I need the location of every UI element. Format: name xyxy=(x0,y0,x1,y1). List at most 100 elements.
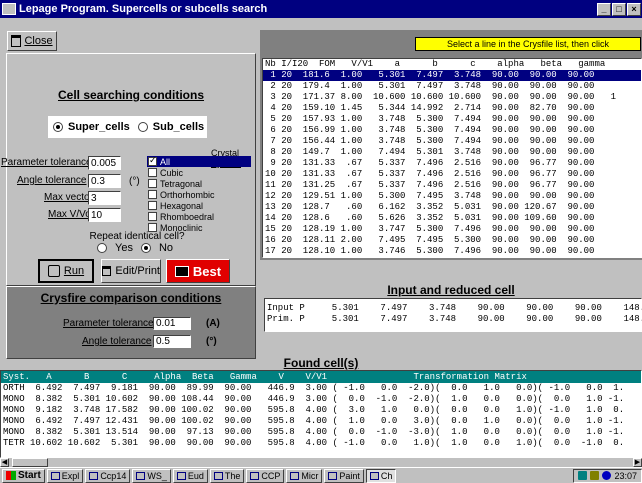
close-button-label: Close xyxy=(24,35,53,47)
close-window-button[interactable]: × xyxy=(627,2,641,16)
taskbar: Start Expl Ccp14 WS_ Eud The CCP Micr Pa… xyxy=(0,467,642,483)
mail-icon xyxy=(176,471,186,480)
taskbar-item-active[interactable]: Ch xyxy=(365,468,397,483)
crystal-system-item-rhomboedral[interactable]: Rhomboedral xyxy=(147,211,251,222)
crysfire-list-row[interactable]: 13 20 128.7 .60 6.162 3.352 5.031 90.00 … xyxy=(263,202,641,213)
printer-icon xyxy=(102,266,112,276)
checkbox-icon[interactable] xyxy=(148,212,157,221)
crysfire-param-unit: (A) xyxy=(206,318,220,329)
crysfire-list-row[interactable]: 7 20 156.44 1.00 3.748 5.300 7.494 90.00… xyxy=(263,136,641,147)
scroll-left-icon[interactable]: ◀ xyxy=(0,458,9,467)
crysfire-list-row[interactable]: 2 20 179.4 1.00 5.301 7.497 3.748 90.00 … xyxy=(263,81,641,92)
crysfire-list-row[interactable]: 5 20 157.93 1.00 3.748 5.300 7.494 90.00… xyxy=(263,114,641,125)
checkbox-icon[interactable] xyxy=(148,168,157,177)
run-button[interactable]: Run xyxy=(38,259,94,283)
max-vvo-input[interactable] xyxy=(88,208,121,222)
found-cell-row[interactable]: MONO 9.182 3.748 17.582 90.00 100.02 90.… xyxy=(1,405,641,416)
input-cell-row: Input P 5.301 7.497 3.748 90.00 90.00 90… xyxy=(267,303,642,313)
crysfire-list-row[interactable]: 1 20 181.6 1.00 5.301 7.497 3.748 90.00 … xyxy=(263,70,641,81)
crysfire-list-row[interactable]: 3 20 171.37 8.00 10.600 10.600 10.600 90… xyxy=(263,92,641,103)
crysfire-heading: Crysfire comparison conditions xyxy=(40,291,222,305)
scroll-right-icon[interactable]: ▶ xyxy=(633,458,642,467)
angle-unit: (°) xyxy=(129,176,140,187)
windows-logo-icon xyxy=(6,471,16,480)
checkbox-icon[interactable] xyxy=(148,179,157,188)
taskbar-item[interactable]: Ccp14 xyxy=(85,468,131,483)
crysfire-param-tolerance-input[interactable] xyxy=(153,317,191,330)
found-cells-header: Syst. A B C Alpha Beta Gamma V V/V1 Tran… xyxy=(1,371,641,383)
taskbar-item[interactable]: WS_ xyxy=(132,468,171,483)
cell-search-panel: Cell searching conditions Super_cells Su… xyxy=(1,53,256,286)
crysfire-list-row[interactable]: 17 20 128.10 1.00 3.746 5.300 7.496 90.0… xyxy=(263,246,641,257)
super-cells-radio[interactable] xyxy=(53,122,63,132)
crysfire-angle-unit: (°) xyxy=(206,336,217,347)
crysfire-conditions-panel: Crysfire comparison conditions Parameter… xyxy=(6,286,256,359)
found-cells-heading: Found cell(s) xyxy=(283,356,359,370)
crysfire-list-panel: Select a line in the Crysfile list, then… xyxy=(260,30,642,260)
crysfire-list[interactable]: Nb I/I20 FOM V/V1 a b c alpha beta gamma… xyxy=(262,58,642,258)
crystal-system-item-cubic[interactable]: Cubic xyxy=(147,167,251,178)
crysfire-list-row[interactable]: 16 20 128.11 2.00 7.495 7.495 5.300 90.0… xyxy=(263,235,641,246)
found-cell-row[interactable]: MONO 8.382 5.301 10.602 90.00 108.44 90.… xyxy=(1,394,641,405)
angle-tolerance-input[interactable] xyxy=(88,174,121,188)
taskbar-item[interactable]: Paint xyxy=(324,468,364,483)
crystal-system-item-orthorhombic[interactable]: Orthorhombic xyxy=(147,189,251,200)
scroll-thumb[interactable] xyxy=(12,458,48,467)
checkbox-icon[interactable] xyxy=(148,201,157,210)
sub-cells-radio[interactable] xyxy=(137,122,148,132)
crysfire-list-row[interactable]: 12 20 129.51 1.00 5.300 7.495 3.748 90.0… xyxy=(263,191,641,202)
crysfire-list-row[interactable]: 14 20 128.6 .60 5.626 3.352 5.031 90.00 … xyxy=(263,213,641,224)
checkbox-icon[interactable] xyxy=(148,155,157,166)
crysfire-angle-tolerance-input[interactable] xyxy=(153,335,191,348)
start-button[interactable]: Start xyxy=(2,468,45,483)
crysfire-list-row[interactable]: 11 20 131.25 .67 5.337 7.496 2.516 90.00… xyxy=(263,180,641,191)
taskbar-item[interactable]: Expl xyxy=(46,468,84,483)
select-hint: Select a line in the Crysfile list, then… xyxy=(415,37,641,51)
found-cell-row[interactable]: MONO 8.382 5.301 13.514 90.00 97.13 90.0… xyxy=(1,427,641,438)
found-cells-list[interactable]: Syst. A B C Alpha Beta Gamma V V/V1 Tran… xyxy=(0,370,642,458)
crysfire-angle-tolerance-label: Angle tolerance xyxy=(82,336,152,347)
crysfire-list-row[interactable]: 9 20 131.33 .67 5.337 7.496 2.516 90.00 … xyxy=(263,158,641,169)
start-label: Start xyxy=(18,470,41,481)
app-window-icon xyxy=(213,471,223,480)
sub-cells-label: Sub_cells xyxy=(152,121,205,133)
close-doc-icon xyxy=(11,35,22,47)
maximize-button[interactable]: □ xyxy=(612,2,626,16)
taskbar-item[interactable]: Eud xyxy=(172,468,208,483)
repeat-yes-radio[interactable] xyxy=(97,243,107,253)
crystal-system-item-all[interactable]: All xyxy=(147,155,251,167)
found-cell-row[interactable]: ORTH 6.492 7.497 9.181 90.00 89.99 90.00… xyxy=(1,383,641,394)
best-button[interactable]: Best xyxy=(166,259,230,283)
run-button-label: Run xyxy=(63,265,85,277)
repeat-cell-radio-group: Yes No xyxy=(97,242,173,254)
param-tolerance-label: Parameter tolerance xyxy=(1,157,92,168)
network-icon[interactable] xyxy=(578,471,588,480)
param-tolerance-input[interactable] xyxy=(88,156,121,170)
speaker-icon[interactable] xyxy=(590,471,600,480)
run-icon xyxy=(47,265,60,277)
max-vector-input[interactable] xyxy=(88,191,121,205)
taskbar-item[interactable]: The xyxy=(209,468,245,483)
repeat-no-radio[interactable] xyxy=(140,243,151,253)
crystal-system-item-tetragonal[interactable]: Tetragonal xyxy=(147,178,251,189)
crysfire-list-row[interactable]: 4 20 159.10 1.45 5.344 14.992 2.714 90.0… xyxy=(263,103,641,114)
crysfire-list-row[interactable]: 6 20 156.99 1.00 3.748 5.300 7.494 90.00… xyxy=(263,125,641,136)
cell-type-radio-group: Super_cells Sub_cells xyxy=(48,116,207,138)
crysfire-param-tolerance-label: Parameter tolerance xyxy=(63,318,154,329)
crysfire-list-row[interactable]: 8 20 149.7 1.00 7.494 5.301 3.748 90.00 … xyxy=(263,147,641,158)
minimize-button[interactable]: _ xyxy=(597,2,611,16)
crysfire-list-row[interactable]: 15 20 128.19 1.00 3.747 5.300 7.496 90.0… xyxy=(263,224,641,235)
taskbar-item[interactable]: CCP xyxy=(246,468,285,483)
help-icon[interactable] xyxy=(602,471,612,480)
found-cells-scrollbar[interactable]: ◀ ▶ xyxy=(0,458,642,467)
taskbar-item[interactable]: Micr xyxy=(286,468,323,483)
crystal-system-item-hexagonal[interactable]: Hexagonal xyxy=(147,200,251,211)
app-window-icon xyxy=(369,471,379,480)
app-icon xyxy=(2,3,16,15)
found-cell-row[interactable]: MONO 6.492 7.497 12.431 90.00 100.02 90.… xyxy=(1,416,641,427)
edit-print-button[interactable]: Edit/Print xyxy=(101,259,161,283)
close-button[interactable]: Close xyxy=(7,31,57,51)
found-cell-row[interactable]: TETR 10.602 10.602 5.301 90.00 90.00 90.… xyxy=(1,438,641,449)
checkbox-icon[interactable] xyxy=(148,190,157,199)
crysfire-list-row[interactable]: 10 20 131.33 .67 5.337 7.496 2.516 90.00… xyxy=(263,169,641,180)
